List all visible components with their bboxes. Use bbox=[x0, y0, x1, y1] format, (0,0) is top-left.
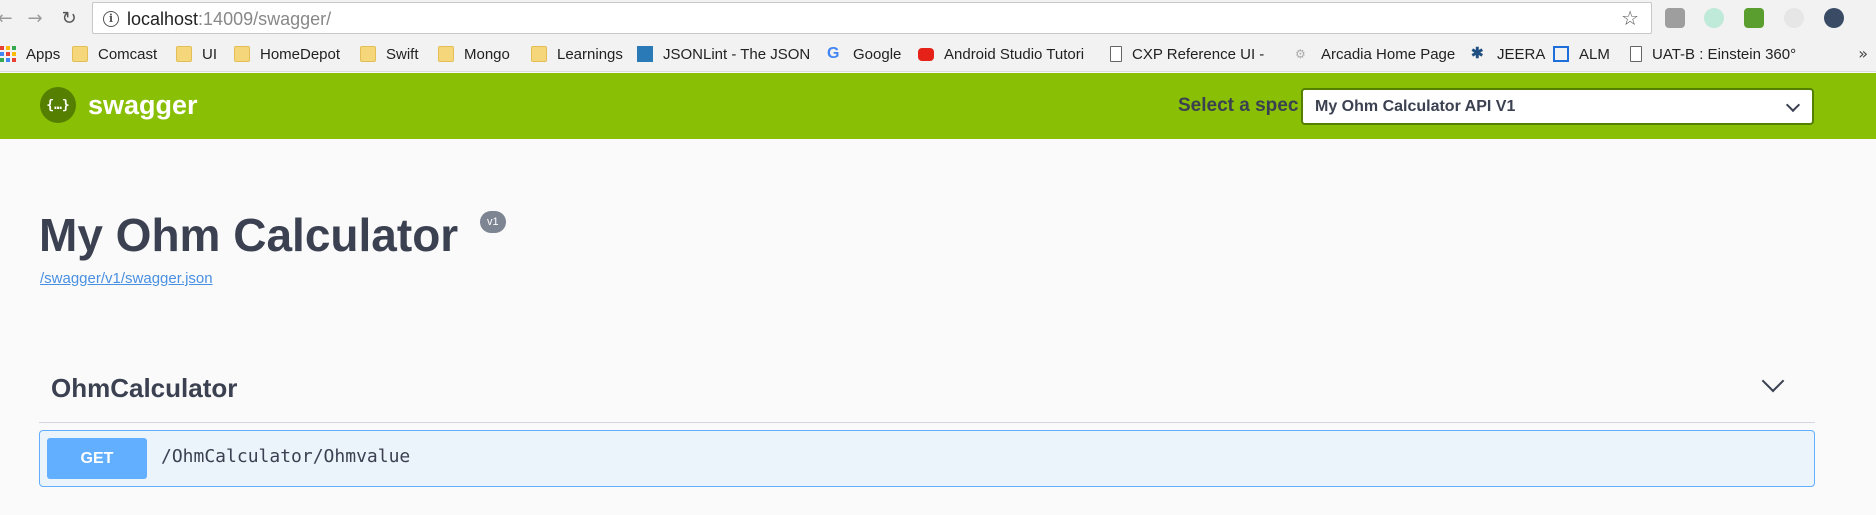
alm-icon bbox=[1553, 46, 1569, 62]
chevron-down-icon[interactable] bbox=[1761, 369, 1785, 393]
bookmark-jsonlint[interactable]: JSONLint - The JSON bbox=[637, 36, 810, 72]
bookmark-folder-swift[interactable]: Swift bbox=[360, 36, 419, 72]
cors-extension-icon[interactable] bbox=[1744, 8, 1764, 28]
folder-icon bbox=[72, 46, 88, 62]
bookmark-folder-learnings[interactable]: Learnings bbox=[531, 36, 623, 72]
folder-icon bbox=[176, 46, 192, 62]
page-icon bbox=[1630, 46, 1642, 62]
chevron-down-icon bbox=[1785, 97, 1801, 113]
gear-icon: ⚙ bbox=[1295, 47, 1306, 61]
bookmark-cxp-reference[interactable]: CXP Reference UI - Pl bbox=[1110, 36, 1268, 72]
back-button[interactable]: ← bbox=[0, 5, 18, 31]
bookmark-alm[interactable]: ALM bbox=[1553, 36, 1610, 72]
url-text: localhost:14009/swagger/ bbox=[127, 9, 332, 29]
bookmark-android-studio[interactable]: Android Studio Tutori bbox=[918, 36, 1086, 72]
google-icon: G bbox=[827, 45, 840, 62]
swagger-json-link[interactable]: /swagger/v1/swagger.json bbox=[40, 270, 213, 287]
swagger-logo-icon[interactable]: {…} bbox=[40, 87, 76, 123]
extension-icon[interactable] bbox=[1824, 8, 1844, 28]
bookmarks-bar: Apps Comcast UI HomeDepot Swift Mongo Le… bbox=[0, 36, 1876, 72]
page-title: My Ohm Calculator bbox=[39, 209, 459, 261]
swagger-logo-text[interactable]: swagger bbox=[88, 90, 198, 121]
folder-icon bbox=[234, 46, 250, 62]
json-icon bbox=[637, 46, 653, 62]
tag-name: OhmCalculator bbox=[51, 373, 238, 403]
bookmark-folder-ui[interactable]: UI bbox=[176, 36, 217, 72]
http-method-badge: GET bbox=[47, 438, 147, 479]
extension-icon[interactable] bbox=[1784, 8, 1804, 28]
operation-get-ohmvalue[interactable]: GET /OhmCalculator/Ohmvalue bbox=[39, 430, 1815, 487]
operation-path: /OhmCalculator/Ohmvalue bbox=[161, 446, 411, 467]
address-bar[interactable]: i localhost:14009/swagger/ ☆ bbox=[92, 2, 1652, 34]
bookmark-apps[interactable]: Apps bbox=[0, 36, 60, 72]
browser-toolbar: ← → ↻ i localhost:14009/swagger/ ☆ bbox=[0, 0, 1876, 36]
forward-button[interactable]: → bbox=[22, 5, 48, 31]
bookmark-arcadia[interactable]: ⚙ Arcadia Home Page bbox=[1295, 36, 1455, 72]
tag-section-header[interactable]: OhmCalculator bbox=[39, 367, 1815, 423]
page-icon bbox=[1110, 46, 1122, 62]
bookmark-folder-comcast[interactable]: Comcast bbox=[72, 36, 157, 72]
select-spec-label: Select a spec bbox=[1178, 95, 1299, 116]
spec-select[interactable]: My Ohm Calculator API V1 bbox=[1301, 88, 1814, 125]
spec-select-value: My Ohm Calculator API V1 bbox=[1315, 98, 1516, 115]
bookmark-folder-mongo[interactable]: Mongo bbox=[438, 36, 510, 72]
bookmark-jeera[interactable]: ✱ JEERA bbox=[1471, 36, 1545, 72]
version-badge: v1 bbox=[480, 211, 506, 233]
folder-icon bbox=[360, 46, 376, 62]
jira-icon: ✱ bbox=[1471, 45, 1484, 62]
extension-icon[interactable] bbox=[1704, 8, 1724, 28]
bookmark-uat-einstein[interactable]: UAT-B : Einstein 360° bbox=[1630, 36, 1796, 72]
apps-icon bbox=[0, 46, 16, 62]
bookmark-google[interactable]: G Google bbox=[827, 36, 901, 72]
extension-icon[interactable] bbox=[1665, 8, 1685, 28]
bookmark-folder-homedepot[interactable]: HomeDepot bbox=[234, 36, 340, 72]
reload-button[interactable]: ↻ bbox=[56, 5, 82, 31]
folder-icon bbox=[531, 46, 547, 62]
swagger-topbar: {…} swagger Select a spec My Ohm Calcula… bbox=[0, 73, 1876, 139]
info-icon[interactable]: i bbox=[103, 11, 119, 27]
star-icon[interactable]: ☆ bbox=[1621, 6, 1639, 30]
youtube-icon bbox=[918, 47, 934, 61]
more-bookmarks-icon[interactable]: » bbox=[1858, 44, 1868, 63]
folder-icon bbox=[438, 46, 454, 62]
